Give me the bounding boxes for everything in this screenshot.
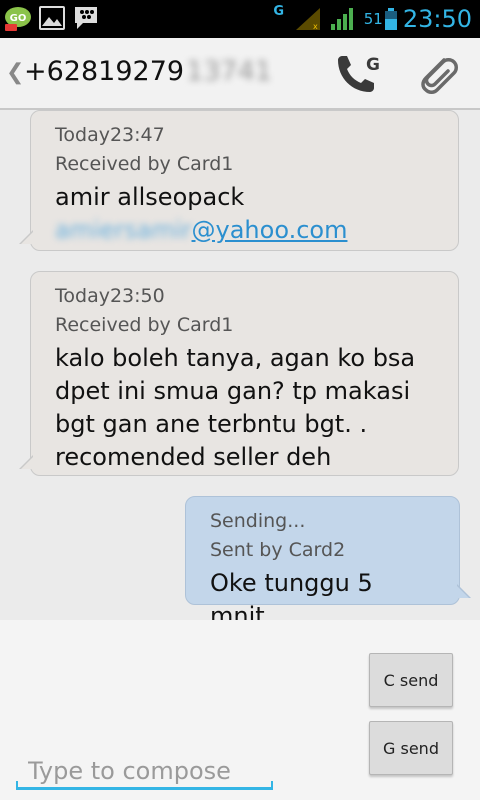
compose-input[interactable] xyxy=(16,751,272,791)
message-timestamp: Today23:50 xyxy=(55,285,165,307)
status-bar: GO G x 51 23:50 xyxy=(0,0,480,38)
message-text: kalo boleh tanya, agan ko bsa dpet ini s… xyxy=(55,344,416,471)
bbm-icon xyxy=(75,7,97,29)
email-domain: @yahoo.com xyxy=(191,216,348,244)
gotalk-icon: GO xyxy=(5,7,31,31)
message-sim-card: Received by Card1 xyxy=(55,314,234,336)
svg-text:GO: GO xyxy=(10,13,27,24)
message-list[interactable]: Today23:47 Received by Card1 amir allseo… xyxy=(0,110,480,630)
contact-phone-number[interactable]: +6281927913741 xyxy=(24,56,272,87)
message-bubble-incoming[interactable]: Today23:47 Received by Card1 amir allseo… xyxy=(19,110,459,251)
message-bubble-incoming[interactable]: Today23:50 Received by Card1 kalo boleh … xyxy=(19,271,459,476)
phone-number-blurred: 13741 xyxy=(186,56,272,87)
signal-icon xyxy=(330,8,353,30)
svg-text:x: x xyxy=(313,22,318,31)
conversation-header: ❮ +6281927913741 G xyxy=(0,38,480,110)
bubble-tail xyxy=(19,230,33,244)
svg-text:G: G xyxy=(366,55,380,75)
status-time: 23:50 xyxy=(402,5,472,33)
email-user-blurred: amiersamir xyxy=(55,216,192,244)
compose-input-underline xyxy=(16,781,273,790)
send-card1-button[interactable]: C send xyxy=(369,653,453,707)
bubble-tail xyxy=(19,455,33,469)
compose-area: C send G send xyxy=(0,620,480,800)
message-sim-card: Received by Card1 xyxy=(55,153,234,175)
chevron-left-icon[interactable]: ❮ xyxy=(6,60,24,85)
phone-g-icon[interactable]: G xyxy=(330,50,382,98)
message-sim-card: Sent by Card2 xyxy=(210,539,346,561)
message-timestamp: Today23:47 xyxy=(55,124,165,146)
gallery-icon xyxy=(39,6,65,30)
notification-icons: GO xyxy=(4,4,100,32)
no-signal-icon: x xyxy=(295,8,320,31)
phone-number-visible: +62819279 xyxy=(24,56,185,87)
battery-icon xyxy=(384,8,397,30)
paperclip-icon[interactable] xyxy=(414,52,462,98)
battery-level: 51 xyxy=(363,10,383,28)
message-send-status: Sending... xyxy=(210,510,306,532)
system-icons: x 51 23:50 xyxy=(294,0,472,38)
message-bubble-outgoing[interactable]: Sending... Sent by Card2 Oke tunggu 5 mn… xyxy=(185,496,471,630)
message-text: amir allseopack xyxy=(55,183,245,211)
send-card2-button[interactable]: G send xyxy=(369,721,453,775)
email-link[interactable]: amiersamir@yahoo.com xyxy=(55,214,434,247)
network-type-indicator: G xyxy=(273,4,284,19)
bubble-tail xyxy=(457,584,471,598)
